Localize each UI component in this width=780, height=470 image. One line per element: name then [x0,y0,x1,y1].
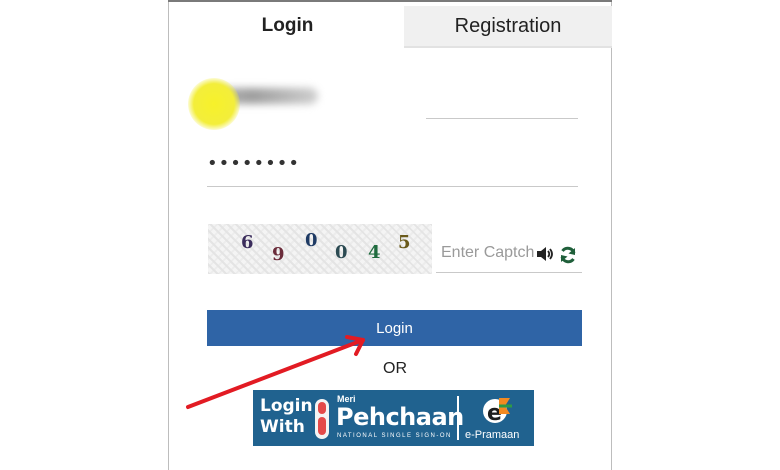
epramaan-label: e-Pramaan [465,429,520,441]
refresh-icon[interactable] [558,245,578,265]
tab-login[interactable]: Login [205,6,370,46]
tab-registration[interactable]: Registration [404,6,612,48]
captcha-digit: 0 [335,242,348,263]
speaker-icon[interactable] [536,245,554,263]
panel-top-border [168,0,612,2]
captcha-image: 6 9 0 0 4 5 [208,224,432,274]
password-underline [207,186,578,187]
or-separator: OR [383,360,407,377]
pehchaan-tagline: NATIONAL SINGLE SIGN-ON [337,433,452,439]
password-field[interactable]: •••••••• [207,153,300,174]
captcha-digit: 4 [368,242,381,263]
epramaan-logo-icon: e [483,398,512,426]
red-annotation-arrow-icon [186,335,365,409]
pehchaan-line2: With [260,417,305,437]
captcha-digit: 5 [398,232,411,253]
username-underline [426,118,578,119]
captcha-digit: 0 [305,230,318,251]
pehchaan-divider [457,396,459,440]
captcha-underline [436,272,582,273]
cursor-highlight [188,78,240,130]
captcha-digit: 6 [241,232,254,253]
captcha-input[interactable] [441,244,535,262]
captcha-digit: 9 [272,244,285,265]
